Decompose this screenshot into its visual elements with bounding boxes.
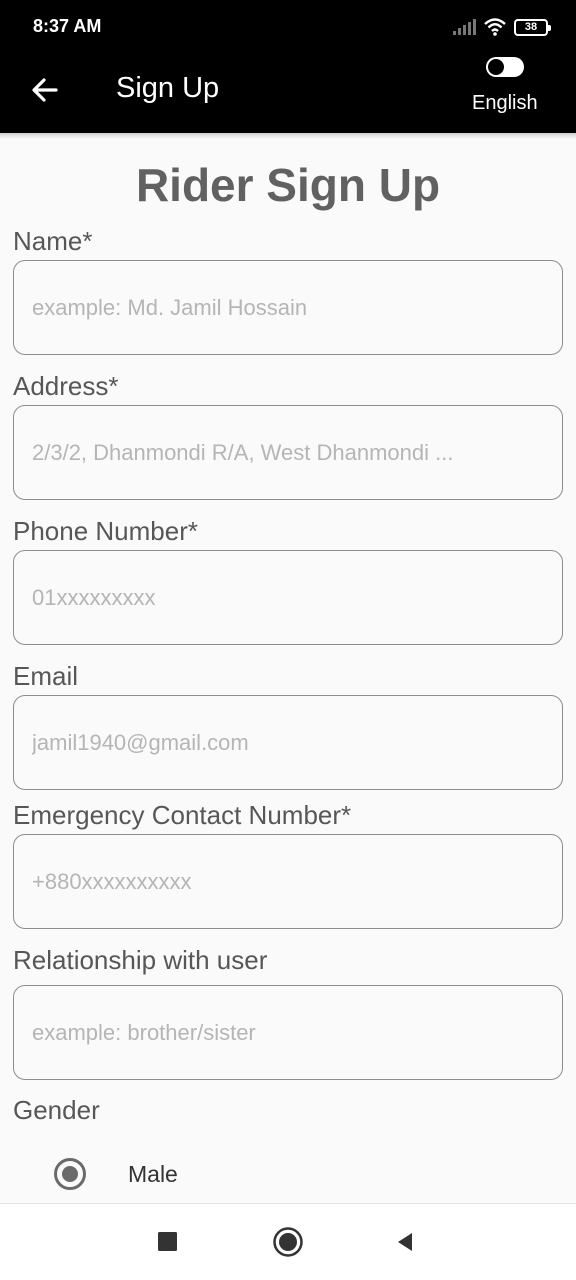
recent-apps-button[interactable] bbox=[150, 1224, 186, 1260]
status-bar: 8:37 AM 38 bbox=[0, 0, 576, 56]
back-triangle-icon bbox=[398, 1233, 412, 1251]
battery-icon: 38 bbox=[514, 18, 551, 36]
radio-button-male[interactable] bbox=[54, 1158, 86, 1190]
address-input[interactable] bbox=[13, 405, 563, 500]
system-nav-bar bbox=[0, 1203, 576, 1280]
email-label: Email bbox=[13, 661, 79, 691]
page-title: Rider Sign Up bbox=[135, 159, 441, 211]
toggle-knob bbox=[488, 59, 504, 75]
phone-number-label: Phone Number* bbox=[13, 516, 198, 546]
signal-icon bbox=[453, 19, 476, 35]
gender-option-label: Male bbox=[128, 1160, 178, 1187]
app-bar-shadow bbox=[0, 133, 576, 139]
home-button[interactable] bbox=[270, 1224, 306, 1260]
battery-level: 38 bbox=[524, 21, 538, 33]
name-label: Name* bbox=[13, 226, 93, 256]
language-label: English bbox=[472, 92, 538, 114]
emergency-contact-input[interactable] bbox=[13, 834, 563, 929]
email-input[interactable] bbox=[13, 695, 563, 790]
phone-number-input[interactable] bbox=[13, 550, 563, 645]
gender-option-male[interactable]: Male bbox=[54, 1152, 178, 1196]
address-label: Address* bbox=[13, 371, 119, 401]
system-back-button[interactable] bbox=[387, 1224, 423, 1260]
relationship-label: Relationship with user bbox=[13, 945, 268, 975]
status-time: 8:37 AM bbox=[33, 16, 102, 36]
emergency-contact-label: Emergency Contact Number* bbox=[13, 800, 352, 830]
wifi-icon bbox=[484, 18, 506, 36]
app-bar-title: Sign Up bbox=[116, 72, 220, 104]
relationship-input[interactable] bbox=[13, 985, 563, 1080]
arrow-left-icon bbox=[32, 78, 58, 102]
radio-selected-dot bbox=[62, 1166, 78, 1182]
status-icons: 38 bbox=[453, 17, 551, 37]
app-bar: Sign Up English bbox=[0, 56, 576, 133]
back-button[interactable] bbox=[26, 70, 66, 110]
recent-apps-icon bbox=[158, 1232, 177, 1251]
language-toggle[interactable] bbox=[486, 57, 524, 77]
home-icon bbox=[273, 1227, 303, 1257]
gender-label: Gender bbox=[13, 1095, 100, 1125]
name-input[interactable] bbox=[13, 260, 563, 355]
